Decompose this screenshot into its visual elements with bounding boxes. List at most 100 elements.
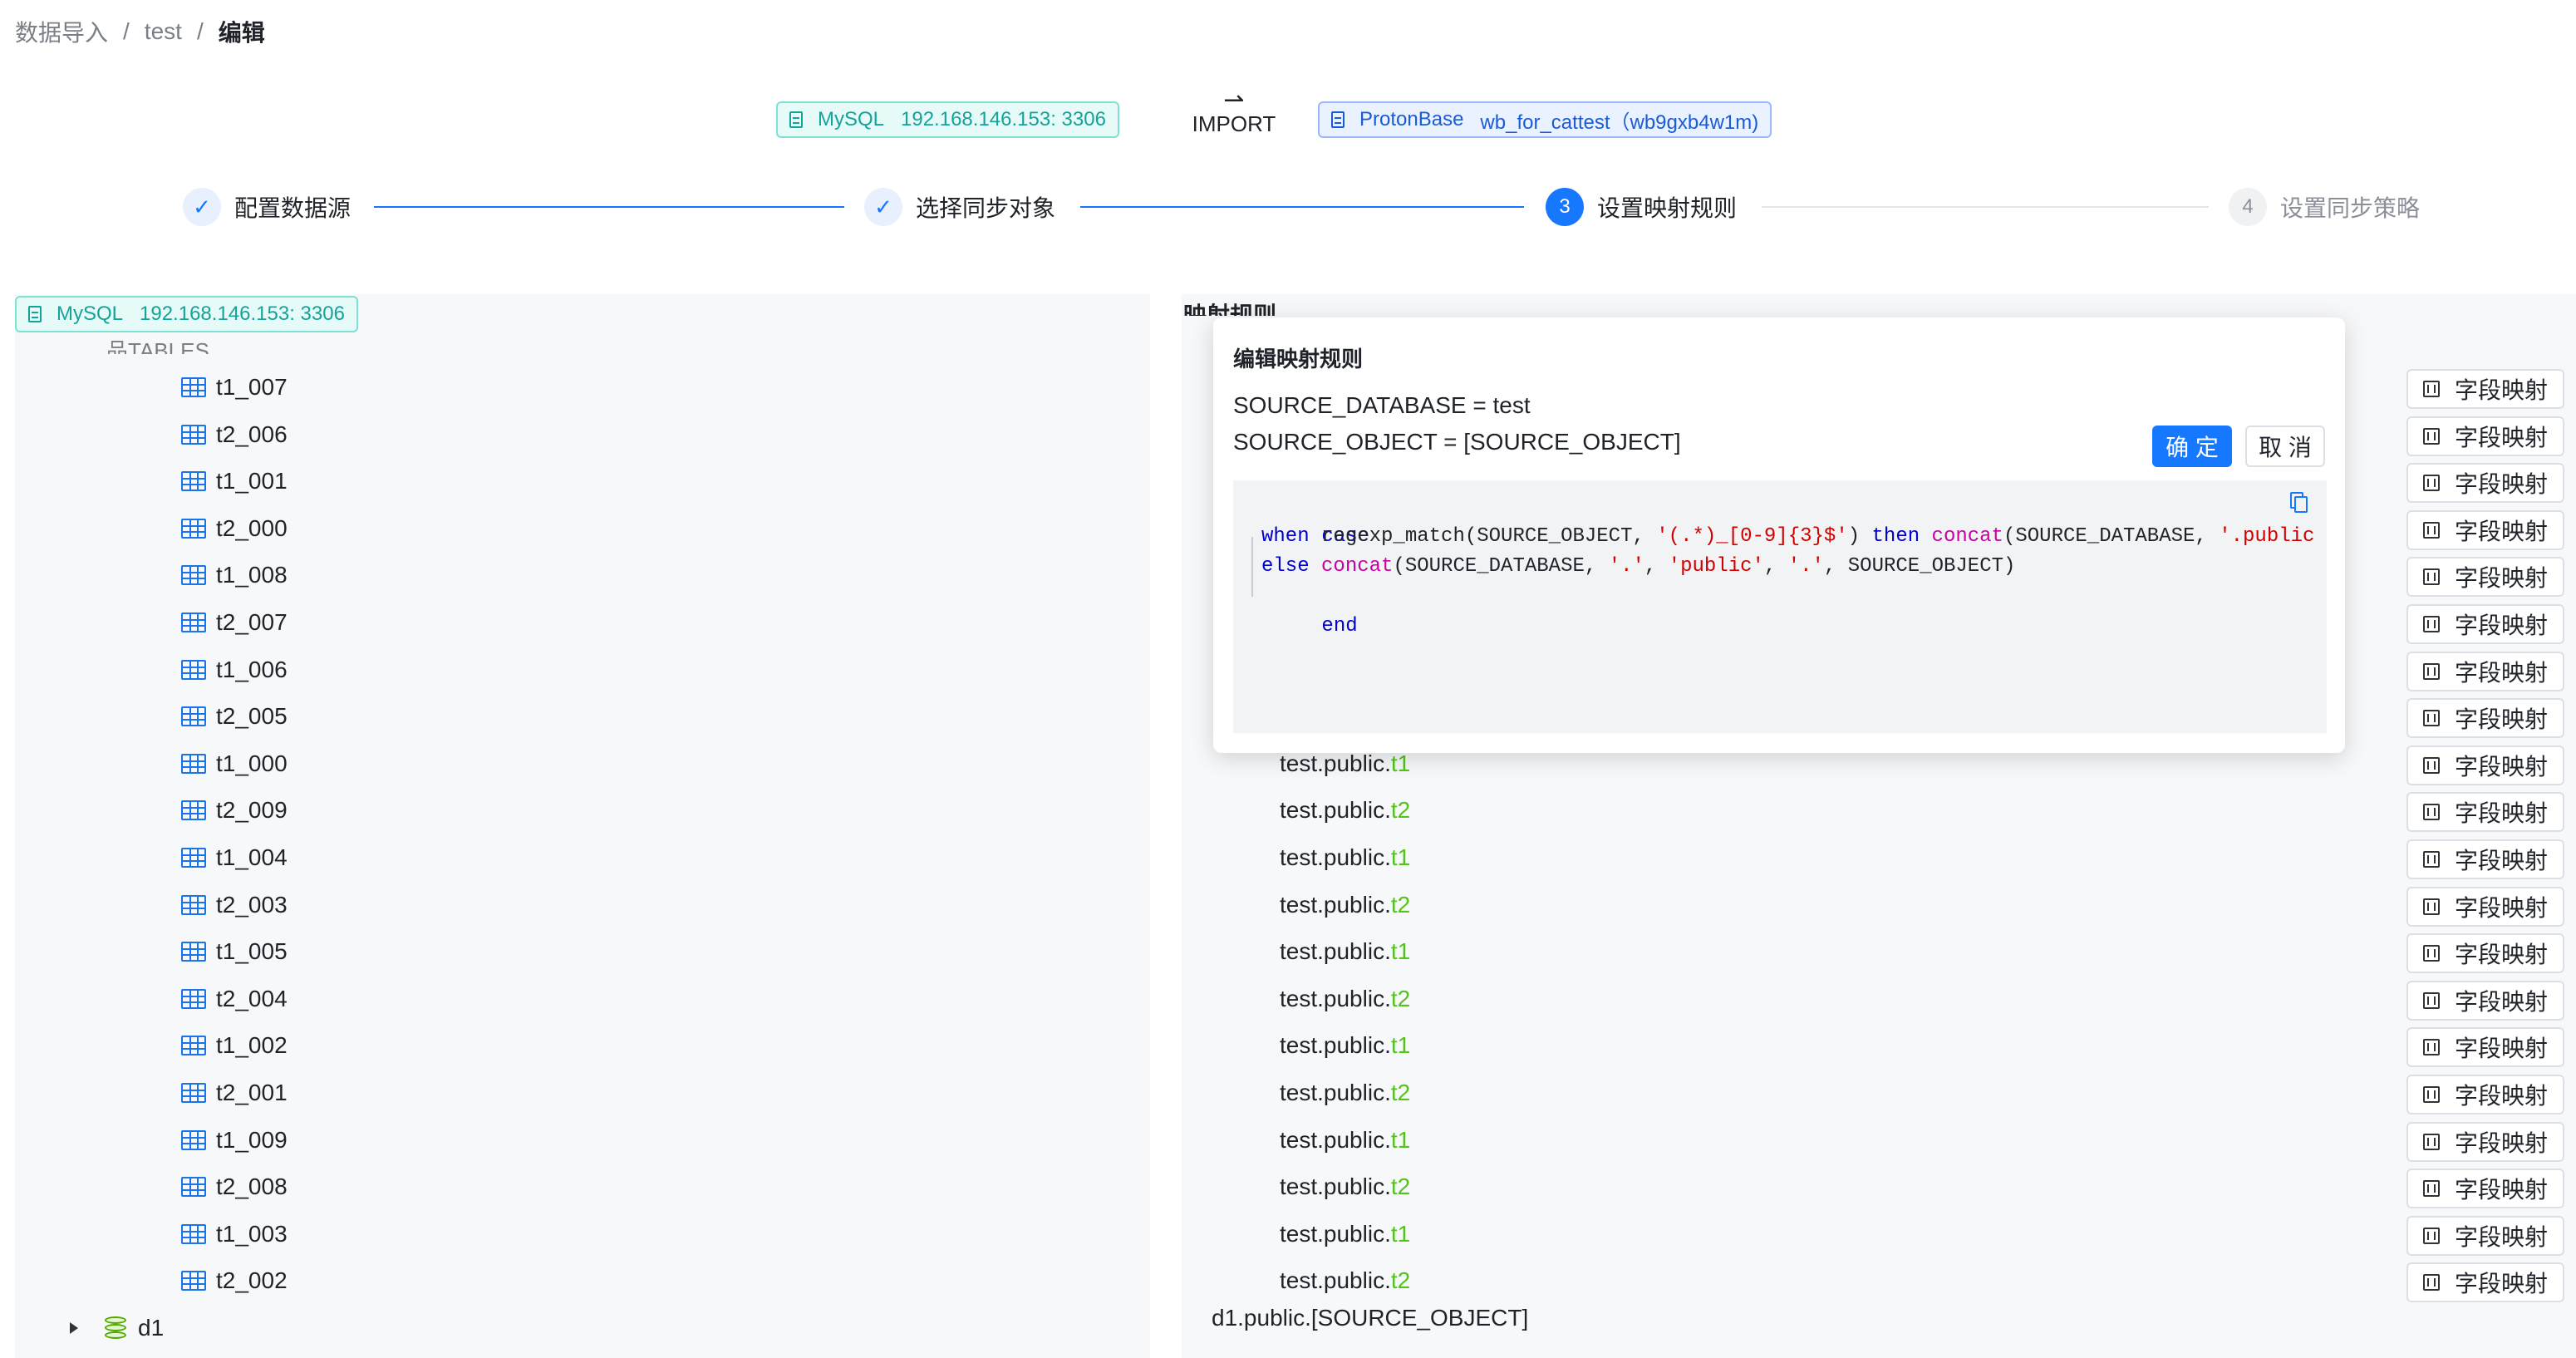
field-mapping-button[interactable]: 字段映射 — [2406, 416, 2564, 456]
mapping-suffix: t2 — [1390, 891, 1411, 918]
table-icon — [181, 1177, 206, 1198]
table-row[interactable]: t2_008 — [181, 1164, 288, 1210]
step-connector — [1762, 206, 2209, 208]
table-name: t2_004 — [216, 985, 288, 1011]
step-label: 设置同步策略 — [2280, 195, 2421, 221]
confirm-button[interactable]: 确 定 — [2152, 426, 2232, 467]
field-mapping-button[interactable]: 字段映射 — [2406, 1262, 2564, 1303]
source-database-text: SOURCE_DATABASE = test — [1233, 392, 1531, 418]
table-name: t1_005 — [216, 938, 288, 965]
field-mapping-icon — [2422, 616, 2440, 632]
table-icon — [181, 706, 206, 727]
table-name: t1_002 — [216, 1032, 288, 1059]
table-row[interactable]: t2_002 — [181, 1257, 288, 1304]
field-mapping-button[interactable]: 字段映射 — [2406, 1215, 2564, 1256]
code-editor[interactable]: case when regexp_match(SOURCE_OBJECT, '(… — [1233, 480, 2327, 733]
field-mapping-button[interactable]: 字段映射 — [2406, 557, 2564, 598]
table-row[interactable]: t2_001 — [181, 1070, 288, 1116]
field-mapping-button[interactable]: 字段映射 — [2406, 745, 2564, 785]
field-mapping-button[interactable]: 字段映射 — [2406, 933, 2564, 974]
mapping-prefix: test.public. — [1280, 1080, 1391, 1105]
breadcrumb-separator: / — [123, 18, 130, 44]
field-mapping-button[interactable]: 字段映射 — [2406, 1169, 2564, 1209]
mapping-suffix: t2 — [1390, 1080, 1411, 1105]
step-select-objects[interactable]: ✓ 选择同步对象 — [864, 186, 1055, 228]
field-mapping-icon — [2422, 475, 2440, 492]
field-mapping-button[interactable]: 字段映射 — [2406, 651, 2564, 691]
table-row[interactable]: t1_002 — [181, 1022, 288, 1069]
table-row[interactable]: t1_008 — [181, 552, 288, 598]
step-sync-strategy[interactable]: 4 设置同步策略 — [2229, 186, 2420, 228]
field-mapping-button[interactable]: 字段映射 — [2406, 698, 2564, 739]
breadcrumb-current: 编辑 — [218, 20, 265, 46]
field-mapping-icon — [2422, 1133, 2440, 1150]
field-mapping-button[interactable]: 字段映射 — [2406, 604, 2564, 644]
table-row[interactable]: t2_004 — [181, 976, 288, 1022]
field-mapping-icon — [2422, 991, 2440, 1009]
table-name: t1_000 — [216, 750, 288, 776]
table-row[interactable]: t1_006 — [181, 647, 288, 693]
table-icon — [181, 1223, 206, 1244]
table-name: t1_008 — [216, 562, 288, 588]
source-address: 192.168.146.153: 3306 — [140, 303, 345, 325]
table-icon — [181, 518, 206, 539]
cancel-button[interactable]: 取 消 — [2245, 426, 2325, 467]
table-row[interactable]: t1_000 — [181, 741, 288, 787]
field-mapping-button[interactable]: 字段映射 — [2406, 509, 2564, 550]
step-label: 选择同步对象 — [916, 195, 1056, 221]
field-mapping-icon — [2422, 1086, 2440, 1103]
table-row[interactable]: t1_007 — [181, 364, 288, 411]
field-mapping-button[interactable]: 字段映射 — [2406, 1027, 2564, 1068]
step-number: 4 — [2229, 188, 2267, 226]
source-tag: MySQL 192.168.146.153: 3306 — [776, 101, 1119, 138]
table-row[interactable]: t1_005 — [181, 928, 288, 975]
field-mapping-button[interactable]: 字段映射 — [2406, 463, 2564, 504]
table-row[interactable]: t2_005 — [181, 693, 288, 740]
field-mapping-button[interactable]: 字段映射 — [2406, 369, 2564, 409]
field-mapping-label: 字段映射 — [2454, 471, 2548, 498]
step-mapping-rules[interactable]: 3 设置映射规则 — [1546, 186, 1737, 228]
field-mapping-button[interactable]: 字段映射 — [2406, 839, 2564, 879]
table-row[interactable]: t2_000 — [181, 505, 288, 552]
table-row[interactable]: t1_001 — [181, 458, 288, 504]
field-mapping-label: 字段映射 — [2454, 894, 2548, 921]
table-icon — [181, 1271, 206, 1292]
import-arrow-icon: ⇀ — [1223, 86, 1245, 114]
field-mapping-button[interactable]: 字段映射 — [2406, 1121, 2564, 1162]
table-row[interactable]: t1_009 — [181, 1117, 288, 1164]
field-mapping-button[interactable]: 字段映射 — [2406, 980, 2564, 1021]
database-name: d1 — [138, 1315, 165, 1341]
step-configure-source[interactable]: ✓ 配置数据源 — [183, 186, 351, 228]
table-name: t1_004 — [216, 844, 288, 870]
breadcrumb: 数据导入 / test / 编辑 — [15, 15, 265, 48]
table-row[interactable]: t1_003 — [181, 1211, 288, 1257]
table-row[interactable]: t2_009 — [181, 787, 288, 834]
database-icon — [789, 111, 803, 128]
field-mapping-label: 字段映射 — [2454, 1177, 2548, 1203]
database-icon — [1331, 111, 1345, 128]
table-icon — [181, 988, 206, 1009]
table-row[interactable]: t2_006 — [181, 411, 288, 458]
mapping-prefix: test.public. — [1280, 1220, 1391, 1247]
table-name: t2_006 — [216, 421, 288, 447]
field-mapping-icon — [2422, 710, 2440, 727]
table-icon — [181, 1036, 206, 1056]
table-name: t1_003 — [216, 1220, 288, 1247]
field-mapping-button[interactable]: 字段映射 — [2406, 792, 2564, 833]
table-icon — [181, 848, 206, 868]
breadcrumb-data-import[interactable]: 数据导入 — [15, 15, 108, 48]
breadcrumb-test[interactable]: test — [145, 18, 182, 45]
copy-icon[interactable] — [2290, 492, 2308, 514]
caret-right-icon[interactable] — [70, 1322, 78, 1334]
table-icon — [181, 753, 206, 774]
field-mapping-button[interactable]: 字段映射 — [2406, 1075, 2564, 1114]
mapping-suffix: t1 — [1390, 1032, 1411, 1059]
table-row[interactable]: t2_003 — [181, 882, 288, 928]
field-mapping-button[interactable]: 字段映射 — [2406, 886, 2564, 927]
tree-node-d1[interactable]: d1 — [70, 1305, 164, 1351]
tables-folder[interactable]: 品TABLES — [106, 334, 209, 354]
step-label: 配置数据源 — [234, 195, 351, 221]
table-row[interactable]: t1_004 — [181, 834, 288, 881]
table-row[interactable]: t2_007 — [181, 599, 288, 646]
field-mapping-label: 字段映射 — [2454, 848, 2548, 873]
